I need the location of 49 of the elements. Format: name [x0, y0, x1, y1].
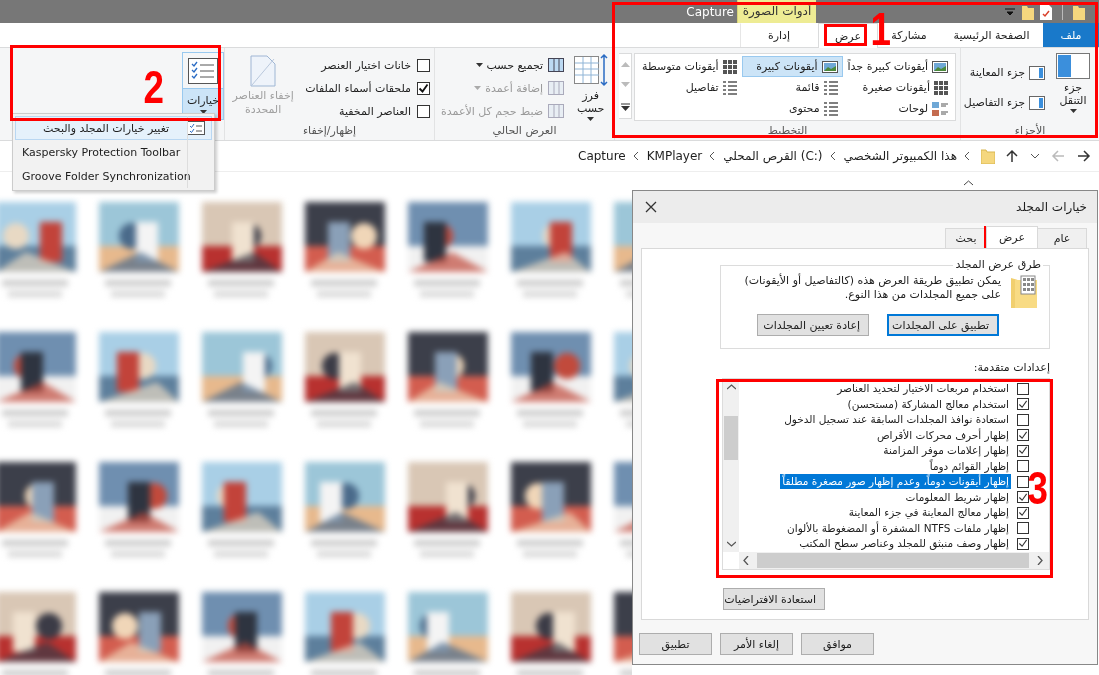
group-label: العرض الحالي	[491, 124, 558, 138]
restore-defaults-button[interactable]: استعادة الافتراضيات	[723, 588, 825, 610]
setting-option[interactable]: استخدام مربعات الاختيار لتحديد العناصر	[739, 381, 1049, 397]
layout-option[interactable]: أيقونات كبيرة جداً	[842, 56, 953, 77]
layout-option[interactable]: أيقونات كبيرة	[741, 56, 843, 77]
dialog-tab[interactable]: بحث	[945, 228, 987, 248]
group-box-title: طرق عرض المجلد	[953, 258, 1043, 271]
layout-option[interactable]: لوحات	[842, 98, 953, 119]
ribbon-tab[interactable]: إدارة	[740, 23, 818, 47]
layout-option[interactable]: تفاصيل	[637, 77, 742, 98]
checkbox-option[interactable]: خانات اختيار العنصر	[305, 55, 430, 75]
window-title: Capture	[686, 4, 735, 19]
pane-button[interactable]: جزء التفاصيل	[961, 92, 1047, 113]
setting-option[interactable]: استعادة نوافذ المجلدات السابقة عند تسجيل الدخول	[739, 412, 1049, 428]
description-text: يمكن تطبيق طريقة العرض هذه (كالتفاصيل أو الأيقونات) على جميع المجلدات من هذا النوع.	[743, 274, 1001, 302]
dialog-tab[interactable]: عرض	[986, 226, 1038, 248]
setting-option[interactable]: إظهار ملفات NTFS المشفرة أو المضغوطة بالألوان	[739, 520, 1049, 536]
breadcrumb[interactable]: القرص المحلي (C:)	[723, 149, 823, 163]
layout-option[interactable]: محتوى	[741, 98, 843, 119]
checkbox-option[interactable]: ملحقات أسماء الملفات	[305, 78, 430, 98]
sort-by-button[interactable]: فرز حسب	[571, 51, 610, 124]
menu-item[interactable]: Groove Folder Synchronization	[15, 164, 212, 188]
view-command[interactable]: تجميع حسب	[439, 55, 568, 75]
annotation-number: 2	[143, 64, 165, 110]
breadcrumb[interactable]: Capture	[578, 149, 626, 163]
layout-option[interactable]: قائمة	[741, 77, 843, 98]
setting-option[interactable]: استخدام معالج المشاركة (مستحسن)	[739, 396, 1049, 412]
group-label: التخطيط	[766, 124, 809, 138]
section-label: إعدادات متقدمة:	[973, 361, 1050, 374]
breadcrumb[interactable]: KMPlayer	[646, 149, 703, 163]
navigation-pane-button[interactable]: جزء التنقل	[1051, 51, 1095, 124]
folder-view-button[interactable]: تطبيق على المجلدات	[887, 314, 999, 336]
layout-option[interactable]: أيقونات صغيرة	[842, 77, 953, 98]
checkbox-option[interactable]: العناصر المخفية	[305, 101, 430, 121]
setting-option[interactable]: إظهار أحرف محركات الأقراص	[739, 427, 1049, 443]
setting-option[interactable]: إظهار وصف منبثق للمجلد وعناصر سطح المكتب	[739, 536, 1049, 552]
layout-option[interactable]: أيقونات متوسطة	[637, 56, 742, 77]
breadcrumb[interactable]: هذا الكمبيوتر الشخصي	[843, 149, 957, 163]
pane-button[interactable]: جزء المعاينة	[961, 62, 1047, 83]
dialog-button[interactable]: موافق	[801, 633, 874, 655]
dialog-title: خيارات المجلد	[1016, 200, 1087, 214]
setting-option[interactable]: إظهار إعلامات موفر المزامنة	[739, 443, 1049, 459]
ribbon-tab[interactable]: ملف	[1043, 23, 1099, 47]
dialog-button[interactable]: إلغاء الأمر	[720, 633, 793, 655]
folder-view-button[interactable]: إعادة تعيين المجلدات	[757, 314, 869, 336]
group-label: إظهار/إخفاء	[301, 124, 358, 138]
dialog-tab[interactable]: عام	[1037, 228, 1087, 248]
menu-item[interactable]: Kaspersky Protection Toolbar	[15, 140, 212, 164]
dialog-button[interactable]: تطبيق	[639, 633, 712, 655]
